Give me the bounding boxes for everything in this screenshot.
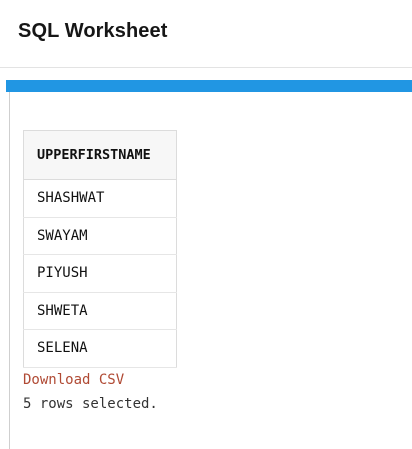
table-row: SELENA bbox=[23, 329, 177, 368]
table-header-row: UPPERFIRSTNAME bbox=[23, 130, 177, 180]
table-row: SWAYAM bbox=[23, 217, 177, 255]
table-cell: SELENA bbox=[23, 329, 177, 368]
accent-bar bbox=[6, 80, 412, 92]
table-row: SHASHWAT bbox=[23, 179, 177, 218]
column-header-upperfirstname: UPPERFIRSTNAME bbox=[23, 130, 177, 180]
table-row: SHWETA bbox=[23, 292, 177, 330]
table-cell: SHASHWAT bbox=[23, 179, 177, 218]
table-cell: SHWETA bbox=[23, 292, 177, 330]
worksheet-header: SQL Worksheet bbox=[0, 0, 412, 68]
table-cell: SWAYAM bbox=[23, 217, 177, 255]
results-table: UPPERFIRSTNAME SHASHWAT SWAYAM PIYUSH SH… bbox=[23, 130, 177, 368]
page-title: SQL Worksheet bbox=[18, 20, 168, 42]
download-csv-link[interactable]: Download CSV bbox=[23, 372, 124, 388]
table-row: PIYUSH bbox=[23, 254, 177, 293]
table-cell: PIYUSH bbox=[23, 254, 177, 293]
rows-selected-status: 5 rows selected. bbox=[23, 396, 158, 412]
